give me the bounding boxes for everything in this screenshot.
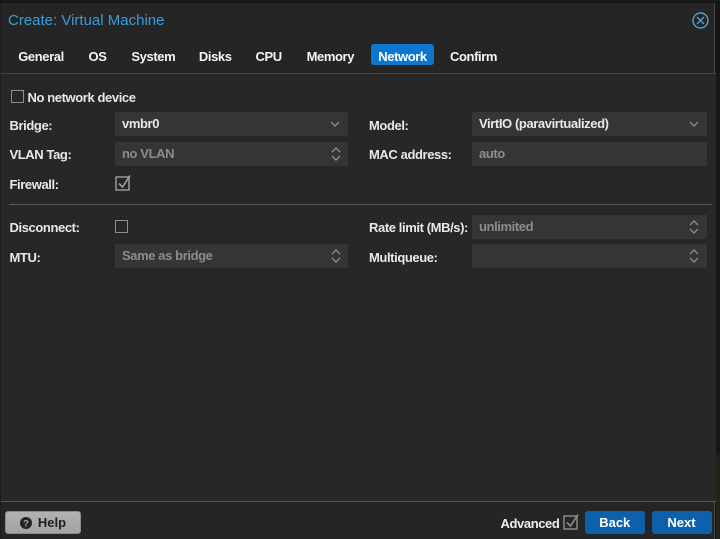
svg-text:?: ? — [23, 518, 29, 529]
